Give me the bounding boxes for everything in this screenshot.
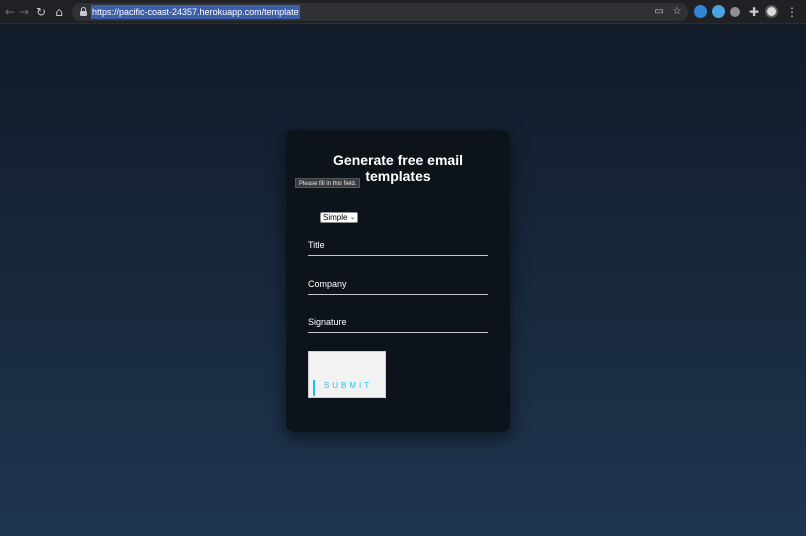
star-icon[interactable]: ☆ [670,3,684,21]
template-style-select[interactable]: Simple ⌄ [320,212,358,223]
cast-icon[interactable]: ▭ [652,3,666,21]
home-icon[interactable]: ⌂ [51,3,67,21]
forward-arrow-icon[interactable]: → [16,3,32,21]
lock-icon[interactable] [80,7,87,16]
title-placeholder: Title [308,240,325,250]
company-field[interactable]: Company [308,275,488,295]
browser-toolbar: ← → ↻ ⌂ https://pacific-coast-24357.hero… [0,0,806,24]
kebab-menu-icon[interactable]: ⋮ [786,3,798,21]
submit-button[interactable]: SUBMIT [308,351,386,398]
signature-field[interactable]: Signature [308,313,488,333]
puzzle-icon[interactable]: ✚ [746,3,762,21]
validation-tooltip: Please fill in this field. [295,178,361,188]
blue-extension-icon[interactable] [712,5,725,18]
company-placeholder: Company [308,279,347,289]
url-text[interactable]: https://pacific-coast-24357.herokuapp.co… [91,5,300,19]
chevron-down-icon: ⌄ [349,214,355,221]
shield-extension-icon[interactable] [694,5,707,18]
address-bar[interactable]: https://pacific-coast-24357.herokuapp.co… [72,3,688,21]
submit-label: SUBMIT [323,381,373,390]
signature-placeholder: Signature [308,317,347,327]
gray-extension-icon[interactable] [730,7,740,17]
template-style-value: Simple [323,213,348,222]
template-form-card: Generate free email templates Please fil… [286,130,510,432]
reload-icon[interactable]: ↻ [33,3,49,21]
profile-avatar-icon[interactable] [765,5,778,18]
title-field[interactable]: Title [308,236,488,256]
